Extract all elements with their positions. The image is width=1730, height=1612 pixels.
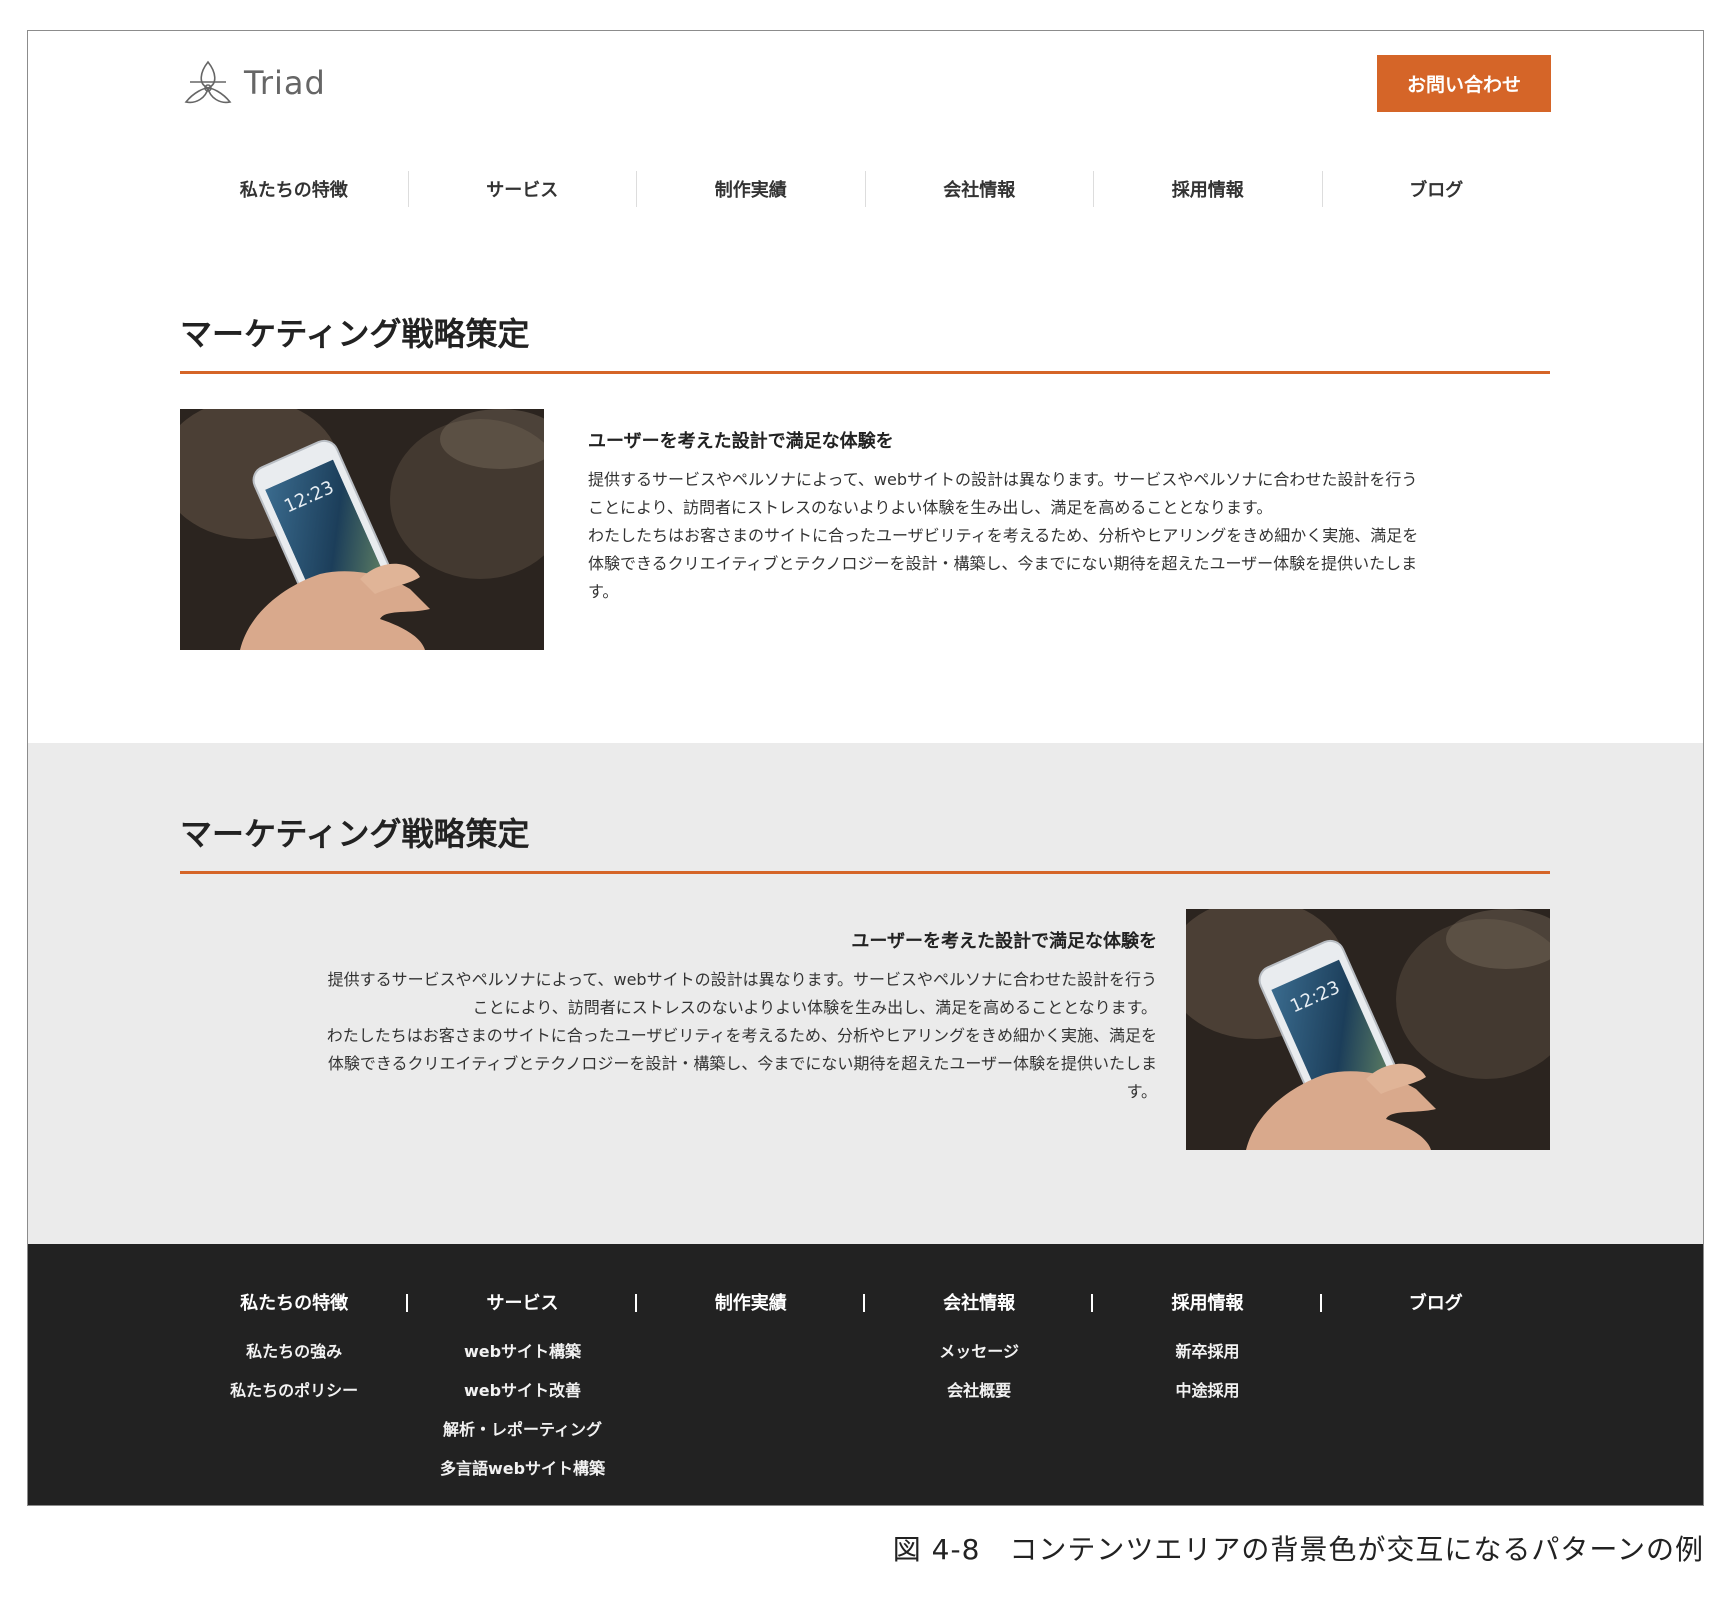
nav-item-company[interactable]: 会社情報 [866,171,1094,207]
nav-item-services[interactable]: サービス [409,171,637,207]
footer-col-blog: ブログ [1322,1288,1550,1498]
feature-line: ことにより、訪問者にストレスのないよりよい体験を生み出し、満足を高めることとなり… [588,498,1273,517]
footer-heading[interactable]: 私たちの特徴 [180,1288,408,1320]
feature-heading: ユーザーを考えた設計で満足な体験を [588,431,894,452]
section-title: マーケティング戦略策定 [180,315,530,353]
footer-link[interactable]: 新卒採用 [1093,1342,1321,1381]
footer-nav: 私たちの特徴 私たちの強み 私たちのポリシー サービス webサイト構築 web… [180,1288,1550,1498]
footer-link[interactable]: webサイト改善 [408,1381,636,1420]
browser-frame: Triad お問い合わせ 私たちの特徴 サービス 制作実績 会社情報 採用情報 … [27,30,1704,1506]
feature-card: ユーザーを考えた設計で満足な体験を 提供するサービスやペルソナによって、webサ… [588,428,1553,606]
feature-line: 体験できるクリエイティブとテクノロジーを設計・構築し、今までにない期待を超えたユ… [327,1054,1157,1073]
feature-body: 提供するサービスやペルソナによって、webサイトの設計は異なります。サービスやペ… [588,466,1553,606]
footer-link[interactable]: 中途採用 [1093,1381,1321,1420]
footer-link[interactable]: 私たちの強み [180,1342,408,1381]
site-logo[interactable]: Triad [180,58,326,108]
section-title: マーケティング戦略策定 [180,815,530,853]
footer-link[interactable]: メッセージ [865,1342,1093,1381]
section-title-rule [180,871,1550,874]
nav-item-recruit[interactable]: 採用情報 [1094,171,1323,207]
feature-body: 提供するサービスやペルソナによって、webサイトの設計は異なります。サービスやペ… [180,966,1157,1106]
content-section-1: マーケティング戦略策定 12:23 ユーザーを考えた設計で満足な体験を 提供する… [28,243,1703,773]
feature-line: 提供するサービスやペルソナによって、webサイトの設計は異なります。サービスやペ… [327,970,1157,989]
footer-link[interactable]: 多言語webサイト構築 [408,1459,636,1498]
feature-heading: ユーザーを考えた設計で満足な体験を [851,931,1157,952]
footer-link[interactable]: 解析・レポーティング [408,1420,636,1459]
logo-text: Triad [244,64,326,102]
triad-logo-icon [184,60,232,104]
feature-line: す。 [588,582,619,601]
feature-line: 提供するサービスやペルソナによって、webサイトの設計は異なります。サービスやペ… [588,470,1418,489]
footer-col-services: サービス webサイト構築 webサイト改善 解析・レポーティング 多言語web… [408,1288,637,1498]
nav-item-features[interactable]: 私たちの特徴 [180,171,409,207]
footer-col-recruit: 採用情報 新卒採用 中途採用 [1093,1288,1322,1498]
feature-line: ことにより、訪問者にストレスのないよりよい体験を生み出し、満足を高めることとなり… [472,998,1157,1017]
footer-link[interactable]: 私たちのポリシー [180,1381,408,1420]
feature-line: 体験できるクリエイティブとテクノロジーを設計・構築し、今までにない期待を超えたユ… [588,554,1418,573]
footer-heading[interactable]: ブログ [1322,1288,1550,1320]
nav-item-blog[interactable]: ブログ [1323,171,1551,207]
footer-col-works: 制作実績 [637,1288,866,1498]
contact-button[interactable]: お問い合わせ [1377,55,1551,112]
footer-heading[interactable]: 制作実績 [637,1288,865,1320]
site-header: Triad お問い合わせ 私たちの特徴 サービス 制作実績 会社情報 採用情報 … [28,31,1703,244]
footer-col-company: 会社情報 メッセージ 会社概要 [865,1288,1094,1498]
footer-heading[interactable]: 会社情報 [865,1288,1093,1320]
content-section-2: マーケティング戦略策定 ユーザーを考えた設計で満足な体験を 提供するサービスやペ… [28,743,1703,1274]
footer-col-features: 私たちの特徴 私たちの強み 私たちのポリシー [180,1288,409,1498]
nav-item-works[interactable]: 制作実績 [637,171,866,207]
global-nav: 私たちの特徴 サービス 制作実績 会社情報 採用情報 ブログ [180,171,1550,207]
footer-link[interactable]: webサイト構築 [408,1342,636,1381]
section-title-rule [180,371,1550,374]
feature-line: わたしたちはお客さまのサイトに合ったユーザビリティを考えるため、分析やヒアリング… [588,526,1419,545]
feature-card: ユーザーを考えた設計で満足な体験を 提供するサービスやペルソナによって、webサ… [180,928,1157,1106]
figure-caption: 図 4-8 コンテンツエリアの背景色が交互になるパターンの例 [892,1533,1704,1566]
feature-line: わたしたちはお客さまのサイトに合ったユーザビリティを考えるため、分析やヒアリング… [326,1026,1157,1045]
footer-heading[interactable]: 採用情報 [1093,1288,1321,1320]
footer-link[interactable]: 会社概要 [865,1381,1093,1420]
phone-photo: 12:23 [1186,909,1550,1150]
feature-line: す。 [1126,1082,1157,1101]
site-footer: 私たちの特徴 私たちの強み 私たちのポリシー サービス webサイト構築 web… [28,1244,1703,1505]
footer-heading[interactable]: サービス [408,1288,636,1320]
phone-photo: 12:23 [180,409,544,650]
